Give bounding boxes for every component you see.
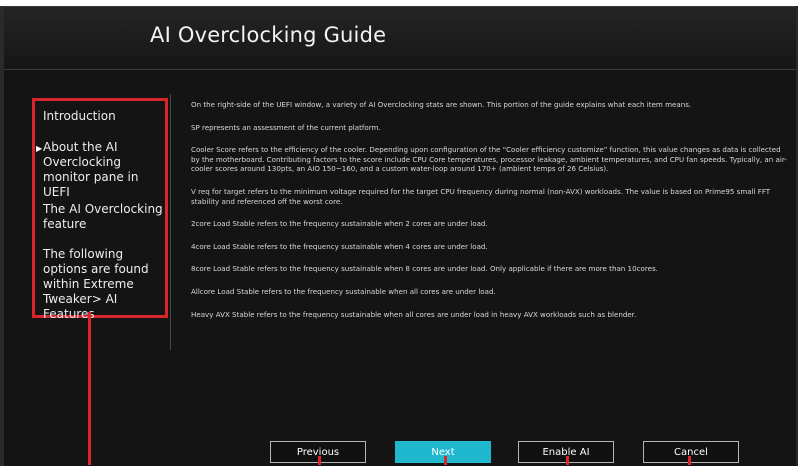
paragraph-sp: SP represents an assessment of the curre… xyxy=(191,122,381,132)
callout-line-nav xyxy=(88,312,91,465)
guide-text-panel: On the right-side of the UEFI window, a … xyxy=(191,100,791,332)
window-title: AI Overclocking Guide xyxy=(150,23,387,47)
nav-item-introduction[interactable]: Introduction xyxy=(43,109,167,124)
nav-item-label: The AI Overclocking feature xyxy=(43,202,163,231)
paragraph-8core: 8core Load Stable refers to the frequenc… xyxy=(191,264,658,274)
paragraph-2core: 2core Load Stable refers to the frequenc… xyxy=(191,219,488,229)
nav-item-extreme-tweaker-options[interactable]: The following options are found within E… xyxy=(43,247,167,322)
callout-line-previous xyxy=(318,456,321,465)
paragraph-intro: On the right-side of the UEFI window, a … xyxy=(191,100,692,109)
nav-divider xyxy=(170,94,171,350)
guide-window: AI Overclocking Guide Introduction ▶ Abo… xyxy=(4,6,796,466)
paragraph-4core: 4core Load Stable refers to the frequenc… xyxy=(191,241,488,251)
nav-item-label: About the AI Overclocking monitor pane i… xyxy=(43,140,139,199)
next-button[interactable]: Next xyxy=(395,441,491,463)
callout-line-next xyxy=(444,456,447,465)
paragraph-v-req: V req for target refers to the minimum v… xyxy=(191,186,771,206)
paragraph-heavy-avx: Heavy AVX Stable refers to the frequency… xyxy=(191,309,637,319)
selected-arrow-icon: ▶ xyxy=(36,144,43,153)
title-bar: AI Overclocking Guide xyxy=(4,7,796,70)
cancel-button[interactable]: Cancel xyxy=(643,441,739,463)
callout-line-cancel xyxy=(688,456,691,465)
button-bar: Previous Next Enable AI Cancel xyxy=(4,441,796,465)
nav-item-label: The following options are found within E… xyxy=(43,247,149,321)
paragraph-cooler-score: Cooler Score refers to the efficiency of… xyxy=(191,145,787,174)
content-area: Introduction ▶ About the AI Overclocking… xyxy=(4,70,796,466)
nav-item-label: Introduction xyxy=(43,109,116,123)
paragraph-allcore: Allcore Load Stable refers to the freque… xyxy=(191,286,496,296)
guide-nav-highlight: Introduction ▶ About the AI Overclocking… xyxy=(32,98,168,321)
nav-item-about-monitor-pane[interactable]: ▶ About the AI Overclocking monitor pane… xyxy=(36,140,167,200)
callout-line-enable-ai xyxy=(566,456,569,465)
nav-item-ai-overclocking-feature[interactable]: The AI Overclocking feature xyxy=(43,202,167,232)
